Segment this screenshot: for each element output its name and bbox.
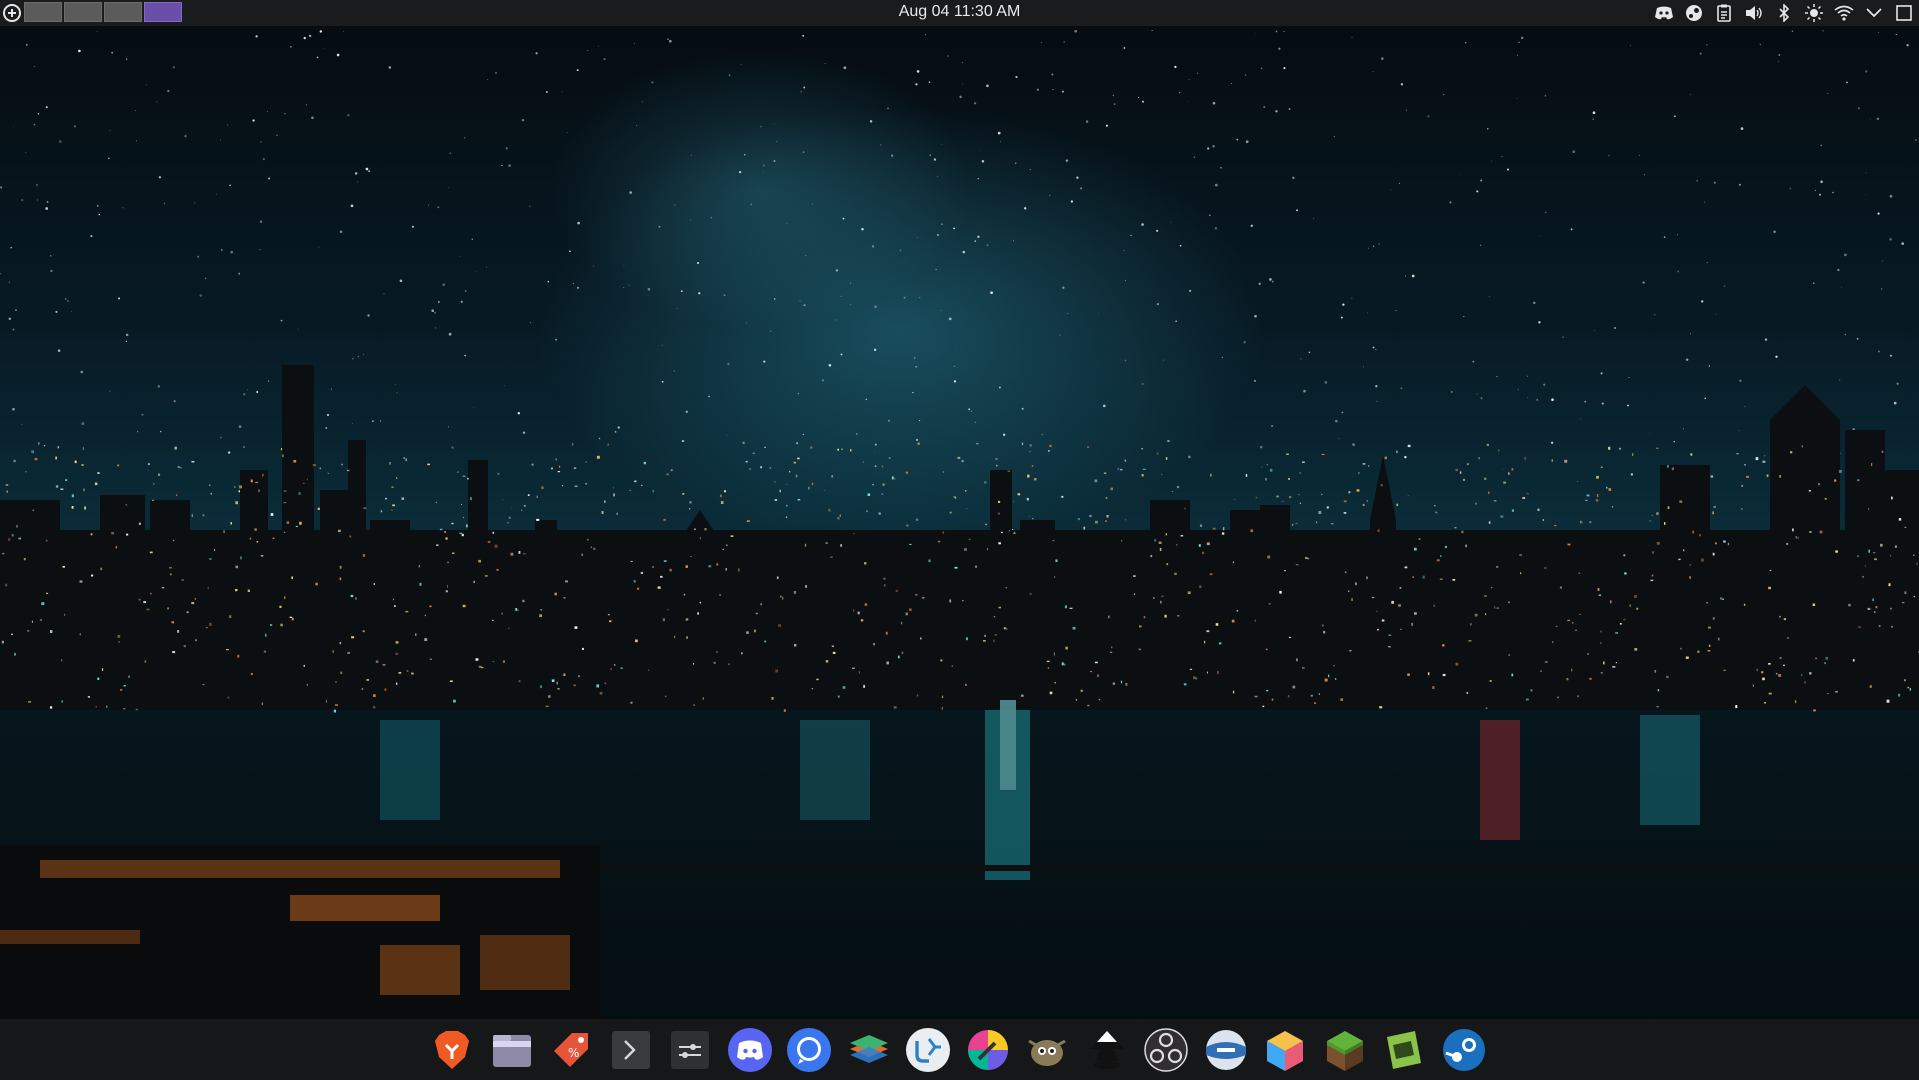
discount-tag-icon[interactable]: % [547, 1026, 595, 1074]
desktop-wallpaper [0, 0, 1919, 1080]
minecraft-icon[interactable] [1321, 1026, 1369, 1074]
clipboard-icon[interactable] [1713, 2, 1735, 24]
clock[interactable]: Aug 04 11:30 AM [0, 3, 1919, 21]
file-manager-icon[interactable] [488, 1026, 536, 1074]
brave-browser-icon[interactable] [428, 1026, 476, 1074]
layers-stack-icon[interactable] [845, 1026, 893, 1074]
obs-studio-icon[interactable] [1142, 1026, 1190, 1074]
wifi-icon[interactable] [1833, 2, 1855, 24]
brightness-icon[interactable] [1803, 2, 1825, 24]
discord-icon[interactable] [726, 1026, 774, 1074]
dock-panel: % [0, 1019, 1919, 1080]
color-picker-icon[interactable] [964, 1026, 1012, 1074]
show-desktop-icon[interactable] [1893, 2, 1915, 24]
kdevelop-icon[interactable] [904, 1026, 952, 1074]
inkscape-icon[interactable] [1083, 1026, 1131, 1074]
discord-icon[interactable] [1653, 2, 1675, 24]
dock-app-list: % [428, 1026, 1499, 1074]
terminal-icon[interactable] [607, 1026, 655, 1074]
steam-icon[interactable] [1683, 2, 1705, 24]
chevron-down-icon[interactable] [1863, 2, 1885, 24]
system-tray [1645, 2, 1915, 24]
signal-icon[interactable] [785, 1026, 833, 1074]
city-skyline-image [0, 29, 1919, 1020]
bluetooth-icon[interactable] [1773, 2, 1795, 24]
volume-icon[interactable] [1743, 2, 1765, 24]
steam-icon[interactable] [1440, 1026, 1488, 1074]
top-panel: Aug 04 11:30 AM [0, 0, 1919, 26]
system-settings-icon[interactable] [666, 1026, 714, 1074]
bottles-icon[interactable] [1202, 1026, 1250, 1074]
svg-text:%: % [568, 1046, 579, 1060]
gimp-icon[interactable] [1023, 1026, 1071, 1074]
cube-icon[interactable] [1261, 1026, 1309, 1074]
itch-icon[interactable] [1380, 1026, 1428, 1074]
